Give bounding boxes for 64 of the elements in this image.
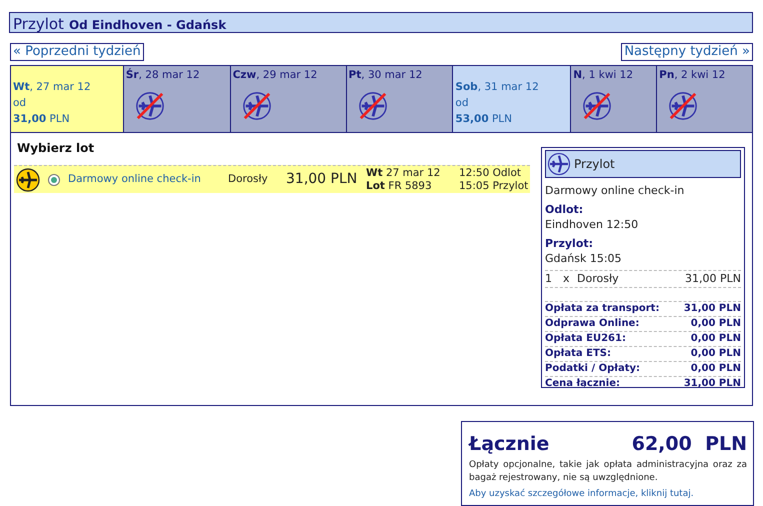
arrival-info: Gdańsk 15:05 — [545, 251, 623, 266]
day-price: 53,00 PLN — [455, 112, 513, 126]
fee-label: Opłata EU261: — [545, 332, 626, 346]
route-title: Od Eindhoven - Gdańsk — [68, 17, 226, 34]
airplane-icon — [16, 168, 40, 192]
fee-value: 0,00 PLN — [690, 317, 741, 331]
page-title: Przylot — [13, 14, 64, 35]
fare-radio[interactable] — [48, 174, 60, 186]
fee-label: Cena łącznie: — [545, 377, 620, 391]
day-date: N, 1 kwi 12 — [573, 68, 634, 83]
departure-label: Odlot: — [545, 202, 584, 217]
no-flight-icon — [134, 90, 165, 121]
passenger-type: Dorosły — [228, 172, 269, 187]
total-amount: 62,00 PLN — [632, 432, 747, 457]
section-title: Wybierz lot — [17, 140, 96, 157]
fee-value: 0,00 PLN — [690, 347, 741, 361]
day-date: Czw, 29 mar 12 — [232, 68, 318, 83]
arrival-time: 15:05 Przylot — [459, 180, 528, 192]
fee-value: 0,00 PLN — [690, 332, 741, 346]
from-label: od — [455, 96, 470, 111]
total-note: Opłaty opcjonalne, takie jak opłata administracyjna oraz za bagaż rejestrowany, nie są uwzględnione. — [469, 458, 747, 484]
no-flight-icon — [242, 90, 272, 121]
day-cell[interactable]: Śr, 28 mar 12 — [124, 66, 231, 132]
day-cell[interactable]: N, 1 kwi 12 — [571, 66, 658, 132]
passenger-count: 1 — [545, 272, 553, 286]
day-date: Wt, 27 mar 12 — [13, 80, 92, 95]
fare-name: Darmowy online check-in — [68, 172, 202, 187]
day-cell[interactable]: Sob, 31 mar 12 od 53,00 PLN — [453, 66, 572, 132]
next-week-link[interactable]: Następny tydzień » — [621, 43, 753, 61]
fee-label: Odprawa Online: — [545, 317, 640, 331]
day-cell[interactable]: Pt, 30 mar 12 — [346, 66, 454, 132]
no-flight-icon — [668, 90, 698, 121]
no-flight-icon — [582, 90, 612, 121]
flight-date: Wt 27 mar 12 — [366, 166, 442, 180]
fee-value: 31,00 PLN — [684, 377, 741, 391]
flight-number: Lot FR 5893 — [366, 180, 433, 192]
from-label: od — [13, 96, 28, 111]
day-cell[interactable]: Pn, 2 kwi 12 — [657, 66, 752, 132]
day-date: Pt, 30 mar 12 — [348, 68, 424, 83]
fee-label: Podatki / Opłaty: — [545, 362, 640, 376]
fare-name: Darmowy online check-in — [545, 183, 686, 198]
fee-value: 31,00 PLN — [684, 302, 741, 316]
arrival-label: Przylot: — [545, 236, 594, 251]
summary-title: Przylot — [574, 156, 615, 173]
day-date: Sob, 31 mar 12 — [455, 80, 540, 95]
passenger-price: 31,00 PLN — [685, 272, 741, 286]
day-price: 31,00 PLN — [13, 112, 71, 126]
day-date: Śr, 28 mar 12 — [126, 68, 201, 83]
flight-price: 31,00 PLN — [286, 170, 358, 189]
day-cell[interactable]: Czw, 29 mar 12 — [230, 66, 347, 132]
no-flight-icon — [358, 90, 388, 121]
details-link[interactable]: Aby uzyskać szczegółowe informacje, kliknij tutaj. — [469, 488, 694, 498]
departure-time: 12:50 Odlot — [459, 166, 522, 180]
previous-week-link[interactable]: « Poprzedni tydzień — [10, 43, 144, 61]
day-date: Pn, 2 kwi 12 — [659, 68, 726, 83]
airplane-icon — [547, 152, 571, 176]
fee-label: Opłata za transport: — [545, 302, 660, 316]
total-label: Łącznie — [469, 432, 550, 457]
fee-value: 0,00 PLN — [690, 362, 741, 376]
day-cell[interactable]: Wt, 27 mar 12 od 31,00 PLN — [11, 66, 124, 132]
departure-info: Eindhoven 12:50 — [545, 217, 640, 232]
fee-label: Opłata ETS: — [545, 347, 611, 361]
times-sign: x — [563, 272, 571, 286]
passenger-type: Dorosły — [577, 272, 619, 286]
